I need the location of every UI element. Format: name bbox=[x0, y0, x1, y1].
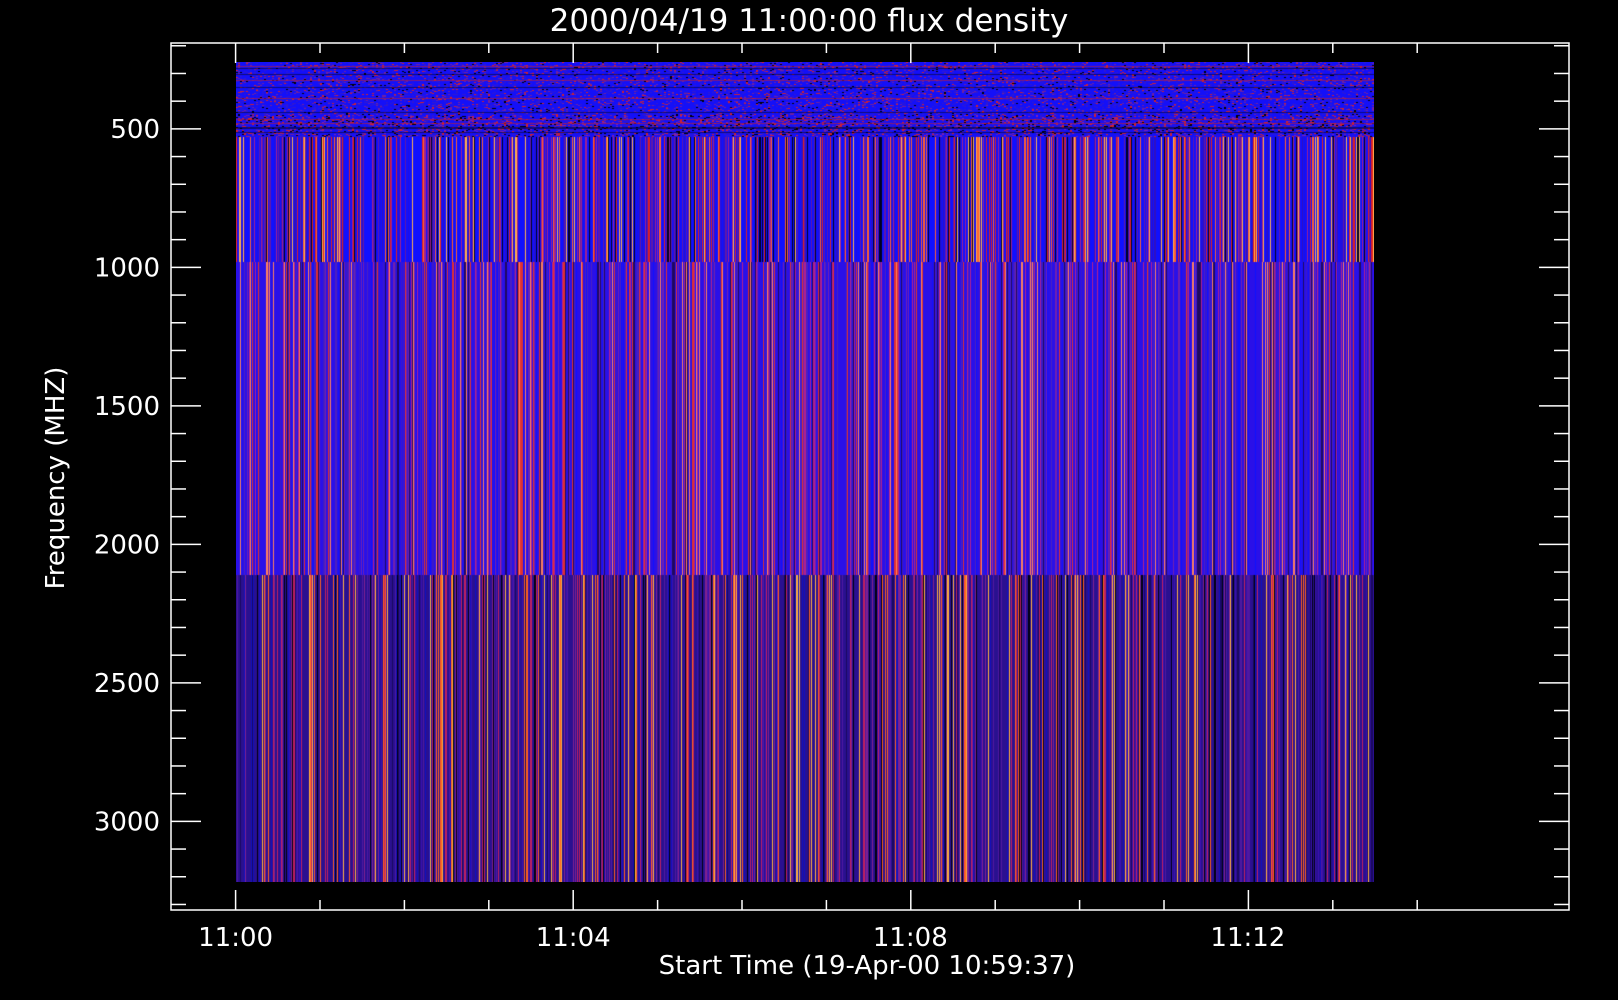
x-axis-label: Start Time (19-Apr-00 10:59:37) bbox=[659, 951, 1076, 981]
x-tick-label: 11:12 bbox=[1210, 923, 1285, 953]
x-tick-label: 11:08 bbox=[873, 923, 948, 953]
y-tick-label: 500 bbox=[110, 115, 160, 145]
y-tick-label: 1000 bbox=[94, 253, 160, 283]
chart-title: 2000/04/19 11:00:00 flux density bbox=[550, 3, 1069, 39]
y-tick-label: 2000 bbox=[94, 530, 160, 560]
heatmap-image bbox=[236, 62, 1374, 882]
flux-heatmap bbox=[236, 62, 1374, 882]
y-tick-label: 3000 bbox=[94, 807, 160, 837]
x-tick-label: 11:04 bbox=[536, 923, 611, 953]
y-tick-label: 1500 bbox=[94, 392, 160, 422]
x-tick-label: 11:00 bbox=[198, 923, 273, 953]
y-tick-label: 2500 bbox=[94, 669, 160, 699]
spectrogram-chart: 2000/04/19 11:00:00 flux density 11:00 11… bbox=[0, 0, 1618, 1000]
y-axis-label: Frequency (MHZ) bbox=[41, 367, 71, 590]
